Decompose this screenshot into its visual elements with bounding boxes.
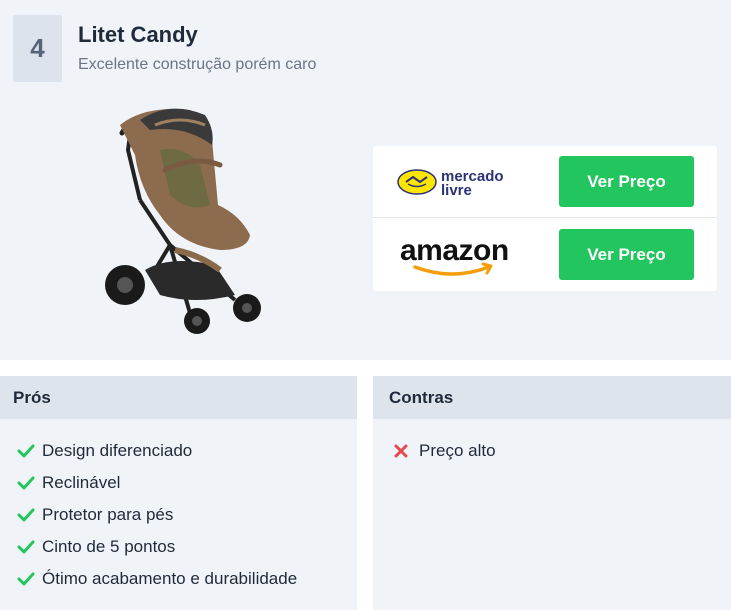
check-icon <box>17 536 42 558</box>
store-offers: mercado livre Ver Preço amazon Ver Preço <box>373 146 717 291</box>
product-subtitle: Excelente construção porém caro <box>78 56 317 73</box>
mercado-livre-logo: mercado livre <box>397 168 504 199</box>
list-item: Protetor para pés <box>17 504 357 536</box>
product-card: 4 Litet Candy Excelente construção porém… <box>0 0 731 360</box>
cross-icon <box>394 440 419 462</box>
pros-heading: Prós <box>0 376 357 419</box>
ver-preco-button-amazon[interactable]: Ver Preço <box>559 229 694 280</box>
pros-panel: Prós Design diferenciado Reclinável Prot… <box>0 376 357 610</box>
pro-text: Protetor para pés <box>42 505 174 524</box>
check-icon <box>17 504 42 526</box>
store-row-mercado-livre: mercado livre Ver Preço <box>373 146 717 218</box>
pro-text: Design diferenciado <box>42 441 193 460</box>
rank-badge: 4 <box>13 15 62 82</box>
pro-text: Ótimo acabamento e durabilidade <box>42 569 298 588</box>
check-icon <box>17 472 42 494</box>
pro-text: Cinto de 5 pontos <box>42 537 176 556</box>
list-item: Preço alto <box>394 440 731 472</box>
cons-panel: Contras Preço alto <box>373 376 731 610</box>
amazon-logo: amazon <box>400 234 509 276</box>
check-icon <box>17 440 42 462</box>
svg-text:amazon: amazon <box>400 234 509 267</box>
pro-text: Reclinável <box>42 473 121 492</box>
ver-preco-button-mercado-livre[interactable]: Ver Preço <box>559 156 694 207</box>
list-item: Ótimo acabamento e durabilidade <box>17 568 357 600</box>
stroller-image <box>105 108 261 334</box>
cons-list: Preço alto <box>373 419 731 472</box>
check-icon <box>17 568 42 590</box>
svg-text:livre: livre <box>441 182 472 199</box>
product-title: Litet Candy <box>78 22 198 47</box>
list-item: Design diferenciado <box>17 440 357 472</box>
pros-list: Design diferenciado Reclinável Protetor … <box>0 419 357 600</box>
store-row-amazon: amazon Ver Preço <box>373 219 717 291</box>
con-text: Preço alto <box>419 441 496 460</box>
list-item: Cinto de 5 pontos <box>17 536 357 568</box>
cons-heading: Contras <box>373 376 731 419</box>
list-item: Reclinável <box>17 472 357 504</box>
